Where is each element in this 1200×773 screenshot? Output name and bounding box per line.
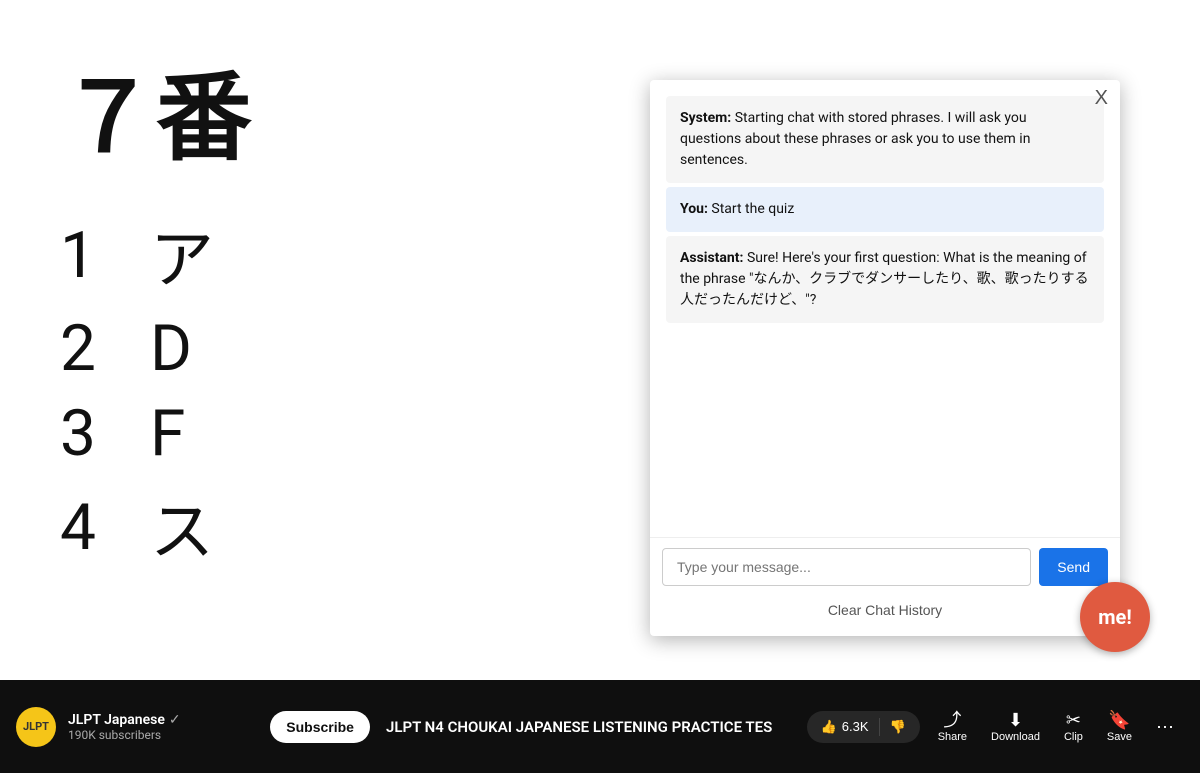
me-button[interactable]: me!: [1080, 582, 1150, 652]
video-title: JLPT N4 CHOUKAI JAPANESE LISTENING PRACT…: [386, 718, 791, 736]
like-button[interactable]: 👍 6.3K: [815, 713, 875, 741]
subscribe-button[interactable]: Subscribe: [270, 711, 370, 743]
answer-num-3: 3: [60, 396, 120, 471]
video-area: ７番 1 ア 2 D 3 F 4 ス X System:: [0, 0, 1200, 680]
download-icon: ⬇: [1008, 711, 1023, 729]
answer-text-3: F: [150, 396, 185, 471]
answer-num-2: 2: [60, 311, 120, 386]
send-button[interactable]: Send: [1039, 548, 1108, 586]
chat-input-area: Send Clear Chat History: [650, 537, 1120, 636]
save-icon: 🔖: [1108, 711, 1130, 729]
verified-icon: ✓: [169, 712, 181, 728]
answer-num-4: 4: [60, 490, 120, 565]
download-button[interactable]: ⬇ Download: [981, 705, 1050, 749]
user-message: You: Start the quiz: [666, 187, 1104, 232]
share-button[interactable]: ⤴ Share: [928, 705, 977, 749]
dislike-button[interactable]: 👎: [884, 713, 912, 741]
chat-messages: System: Starting chat with stored phrase…: [650, 80, 1120, 537]
like-dislike-group: 👍 6.3K 👎: [807, 711, 920, 743]
clip-button[interactable]: ✂ Clip: [1054, 705, 1093, 749]
answer-num-1: 1: [60, 218, 120, 293]
assistant-sender: Assistant:: [680, 250, 743, 266]
clear-chat-button[interactable]: Clear Chat History: [662, 594, 1108, 626]
chat-overlay: X System: Starting chat with stored phra…: [650, 80, 1120, 636]
save-button[interactable]: 🔖 Save: [1097, 705, 1142, 749]
system-message: System: Starting chat with stored phrase…: [666, 96, 1104, 183]
more-button[interactable]: ⋯: [1146, 712, 1184, 742]
share-icon: ⤴: [943, 711, 961, 729]
answer-text-1: ア: [150, 209, 214, 301]
assistant-message: Assistant: Sure! Here's your first quest…: [666, 236, 1104, 323]
share-label: Share: [938, 731, 967, 743]
chat-close-button[interactable]: X: [1095, 88, 1108, 108]
bottom-bar: JLPT JLPT Japanese ✓ 190K subscribers Su…: [0, 680, 1200, 773]
like-dislike-divider: [879, 718, 880, 736]
action-buttons: 👍 6.3K 👎 ⤴ Share ⬇ Download ✂ Clip 🔖 Sav…: [807, 705, 1184, 749]
channel-avatar[interactable]: JLPT: [16, 707, 56, 747]
channel-subs: 190K subscribers: [68, 728, 270, 742]
thumbs-down-icon: 👎: [890, 719, 906, 735]
answer-text-2: D: [150, 311, 192, 386]
more-icon: ⋯: [1156, 718, 1174, 736]
clip-icon: ✂: [1066, 711, 1081, 729]
chat-input[interactable]: [662, 548, 1031, 586]
system-sender: System:: [680, 110, 731, 126]
user-sender: You:: [680, 201, 708, 217]
save-label: Save: [1107, 731, 1132, 743]
channel-name-row: JLPT Japanese ✓: [68, 712, 270, 728]
like-count: 6.3K: [842, 719, 869, 734]
system-text: Starting chat with stored phrases. I wil…: [680, 110, 1030, 168]
answer-text-4: ス: [150, 481, 214, 573]
thumbs-up-icon: 👍: [821, 719, 837, 735]
clip-label: Clip: [1064, 731, 1083, 743]
download-label: Download: [991, 731, 1040, 743]
channel-name: JLPT Japanese: [68, 712, 165, 728]
chat-input-row: Send: [662, 548, 1108, 586]
user-text: Start the quiz: [711, 201, 794, 217]
channel-info: JLPT Japanese ✓ 190K subscribers: [68, 712, 270, 742]
